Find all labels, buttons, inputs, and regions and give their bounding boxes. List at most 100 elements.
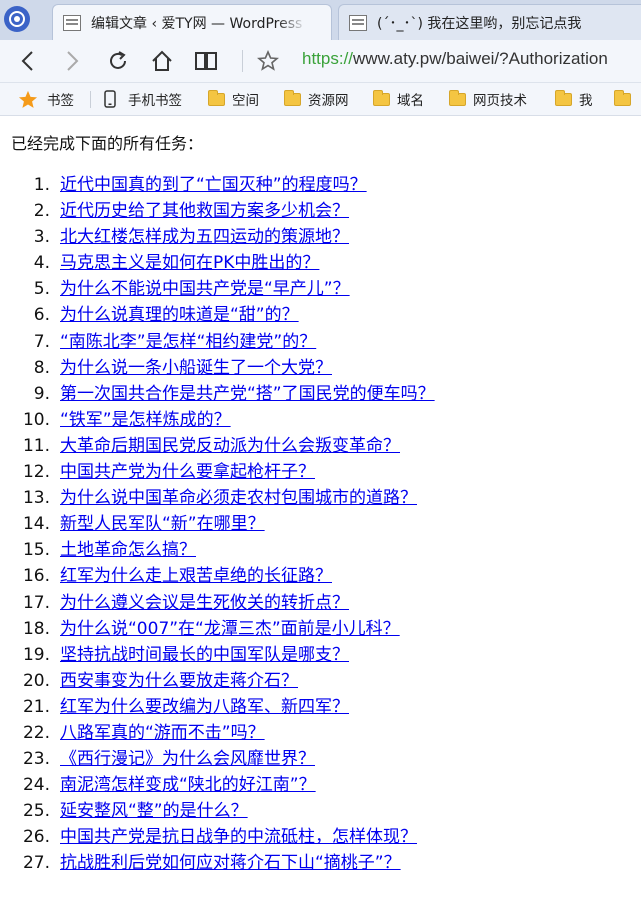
reload-button[interactable] [104, 47, 132, 75]
task-number: 1. [33, 175, 50, 195]
task-link[interactable]: 红军为什么走上艰苦卓绝的长征路？ [60, 565, 332, 587]
task-link[interactable]: 为什么说真理的味道是“甜”的？ [60, 304, 299, 326]
bookmark-label: 资源网 [308, 93, 349, 109]
task-number: 7. [33, 331, 50, 352]
bookmark-item-mobile[interactable]: 手机书签 [104, 89, 182, 109]
bookmark-star-button[interactable] [254, 47, 282, 75]
task-number: 9. [33, 383, 50, 404]
task-link[interactable]: 为什么不能说中国共产党是“早产儿”？ [60, 278, 350, 300]
task-number: 24. [22, 775, 50, 796]
folder-icon [208, 89, 225, 106]
page-favicon-icon [63, 14, 81, 31]
task-number: 26. [22, 827, 50, 848]
task-link[interactable]: 土地革命怎么搞？ [60, 539, 196, 561]
task-link[interactable]: 中国共产党是抗日战争的中流砥柱，怎样体现？ [60, 826, 417, 848]
tab-title: 编辑文章 ‹ 爱TY网 — WordPress [91, 15, 303, 32]
task-link[interactable]: 八路军真的“游而不击”吗？ [60, 722, 265, 744]
bookmark-label: 域名 [397, 93, 424, 109]
task-link[interactable]: 大革命后期国民党反动派为什么会叛变革命？ [60, 435, 400, 457]
task-number: 5. [33, 279, 50, 300]
folder-icon [284, 89, 301, 106]
navigation-toolbar: https://www.aty.pw/baiwei/?Authorization [0, 40, 641, 83]
bookmark-label: 书签 [47, 93, 74, 109]
bookmark-label: 网页技术 [473, 93, 527, 109]
task-link[interactable]: 近代中国真的到了“亡国灭种”的程度吗？ [60, 174, 367, 196]
task-list-item: 8. 为什么说一条小船诞生了一个大党？ [0, 357, 620, 383]
forward-arrow-icon [67, 51, 79, 71]
task-link[interactable]: 第一次国共合作是共产党“搭”了国民党的便车吗？ [60, 383, 435, 405]
bookmark-label: 手机书签 [128, 93, 182, 109]
task-link[interactable]: 中国共产党为什么要拿起枪杆子？ [60, 461, 315, 483]
task-list-item: 24. 南泥湾怎样变成“陕北的好江南”？ [0, 774, 620, 800]
task-number: 6. [33, 305, 50, 326]
tab-edit-article[interactable]: 编辑文章 ‹ 爱TY网 — WordPress [52, 4, 332, 40]
task-number: 4. [33, 253, 50, 274]
phone-icon [104, 90, 116, 108]
bookmark-item-web-tech[interactable]: 网页技术 [449, 89, 527, 109]
task-list-item: 3. 北大红楼怎样成为五四运动的策源地？ [0, 226, 620, 252]
task-list-item: 21. 红军为什么要改编为八路军、新四军？ [0, 696, 620, 722]
task-link[interactable]: 坚持抗战时间最长的中国军队是哪支？ [60, 644, 349, 666]
task-link[interactable]: 为什么遵义会议是生死攸关的转折点？ [60, 592, 349, 614]
home-icon [152, 50, 172, 71]
bookmark-item-bookmarks[interactable]: 书签 [18, 89, 74, 109]
task-number: 15. [22, 540, 50, 561]
task-list-item: 1. 近代中国真的到了“亡国灭种”的程度吗？ [0, 174, 620, 200]
task-number: 13. [22, 488, 50, 509]
task-list-item: 12. 中国共产党为什么要拿起枪杆子？ [0, 461, 620, 487]
task-link[interactable]: 新型人民军队“新”在哪里？ [60, 513, 265, 535]
task-link[interactable]: 西安事变为什么要放走蒋介石？ [60, 670, 298, 692]
task-link[interactable]: 近代历史给了其他救国方案多少机会？ [60, 200, 349, 222]
url-text: www.aty.pw/baiwei/?Authorization [353, 49, 608, 68]
task-list-item: 17. 为什么遵义会议是生死攸关的转折点？ [0, 592, 620, 618]
task-link[interactable]: 红军为什么要改编为八路军、新四军？ [60, 696, 349, 718]
task-list-item: 20. 西安事变为什么要放走蒋介石？ [0, 670, 620, 696]
task-link[interactable]: 为什么说一条小船诞生了一个大党？ [60, 357, 332, 379]
task-link[interactable]: 《西行漫记》为什么会风靡世界？ [60, 748, 315, 770]
task-number: 20. [22, 670, 50, 691]
bookmark-item-resources[interactable]: 资源网 [284, 89, 349, 109]
task-list-item: 7. “南陈北李”是怎样“相约建党”的？ [0, 331, 620, 357]
task-link[interactable]: “南陈北李”是怎样“相约建党”的？ [60, 331, 316, 353]
bookmark-item-overflow[interactable] [614, 89, 638, 109]
tab-title: (´･_･`) 我在这里哟，别忘记点我 [377, 15, 582, 32]
folder-icon [555, 89, 572, 106]
task-link[interactable]: 为什么说“007”在“龙潭三杰”面前是小儿科？ [60, 618, 400, 640]
task-link[interactable]: 抗战胜利后党如何应对蒋介石下山“摘桃子”？ [60, 852, 401, 874]
bookmark-item-domain[interactable]: 域名 [373, 89, 424, 109]
folder-icon [449, 89, 466, 106]
bookmark-item-space[interactable]: 空间 [208, 89, 259, 109]
task-list-item: 14. 新型人民军队“新”在哪里？ [0, 513, 620, 539]
reading-mode-button[interactable] [192, 47, 220, 75]
task-number: 25. [22, 801, 50, 822]
task-list-item: 10. “铁军”是怎样炼成的？ [0, 409, 620, 435]
reload-icon [110, 51, 126, 69]
page-content: 已经完成下面的所有任务： 1. 近代中国真的到了“亡国灭种”的程度吗？ 2. 近代历史… [0, 116, 641, 923]
address-bar[interactable]: https://www.aty.pw/baiwei/?Authorization [302, 49, 608, 69]
task-link[interactable]: 为什么说中国革命必须走农村包围城市的道路？ [60, 487, 417, 509]
task-number: 16. [22, 566, 50, 587]
task-number: 14. [22, 514, 50, 535]
task-link[interactable]: 北大红楼怎样成为五四运动的策源地？ [60, 226, 349, 248]
page-heading: 已经完成下面的所有任务： [11, 134, 204, 153]
folder-icon [614, 89, 631, 106]
task-list-item: 4. 马克思主义是如何在PK中胜出的？ [0, 252, 620, 278]
task-link[interactable]: 马克思主义是如何在PK中胜出的？ [60, 252, 319, 274]
task-link[interactable]: “铁军”是怎样炼成的？ [60, 409, 231, 431]
task-number: 27. [22, 853, 50, 874]
task-link[interactable]: 延安整风“整”的是什么？ [60, 800, 248, 822]
task-list-item: 13. 为什么说中国革命必须走农村包围城市的道路？ [0, 487, 620, 513]
browser-menu-button[interactable] [4, 6, 30, 32]
task-link[interactable]: 南泥湾怎样变成“陕北的好江南”？ [60, 774, 316, 796]
back-button[interactable] [14, 47, 42, 75]
book-icon [195, 52, 217, 70]
forward-button[interactable] [58, 47, 86, 75]
task-number: 11. [22, 435, 50, 456]
task-list-item: 16. 红军为什么走上艰苦卓绝的长征路？ [0, 565, 620, 591]
task-number: 8. [33, 357, 50, 378]
home-button[interactable] [148, 47, 176, 75]
url-protocol: https:// [302, 49, 354, 68]
tab-reminder[interactable]: (´･_･`) 我在这里哟，别忘记点我 [338, 4, 641, 40]
task-number: 18. [22, 618, 50, 639]
bookmark-item-me[interactable]: 我 [555, 89, 593, 109]
